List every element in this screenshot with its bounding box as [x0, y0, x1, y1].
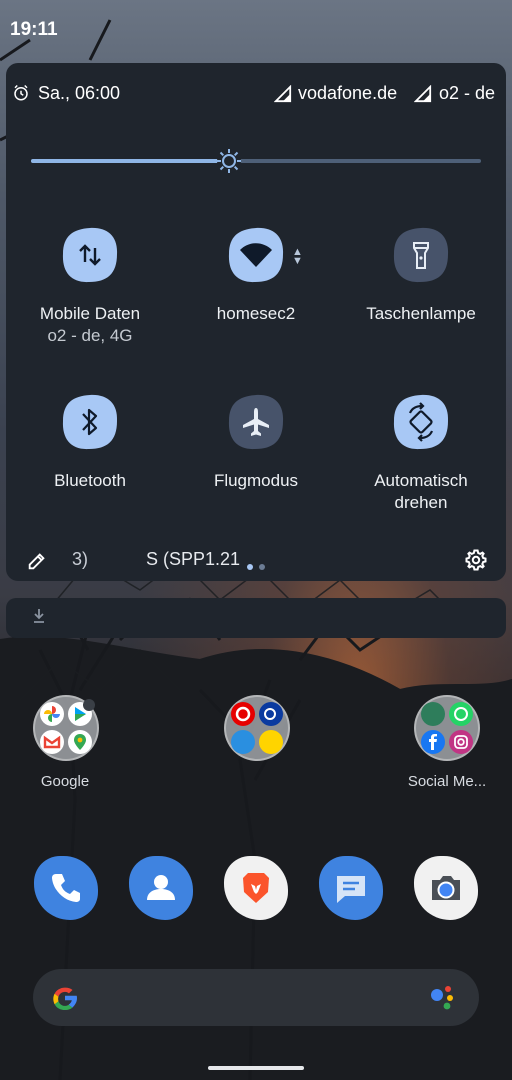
swap-vertical-icon: [62, 227, 118, 283]
tile-flashlight[interactable]: Taschenlampe: [341, 226, 501, 366]
tile-label: homesec2: [216, 304, 296, 323]
wifi-icon: [228, 227, 284, 283]
page-dot-active: [247, 564, 253, 570]
messages-icon[interactable]: [319, 856, 383, 920]
page-dot: [259, 564, 265, 570]
auto-rotate-icon: [393, 394, 449, 450]
tile-label: Mobile Daten: [39, 304, 141, 323]
carrier-apps-folder[interactable]: [224, 695, 290, 761]
status-bar-clock: 19:11: [10, 19, 58, 40]
carrier-name-1: vodafone.de: [298, 83, 398, 103]
notification-dot: [83, 699, 95, 711]
google-assistant-icon[interactable]: [427, 983, 457, 1013]
app-icon: [231, 730, 255, 754]
gesture-nav-handle[interactable]: [208, 1066, 304, 1070]
app-icon: [421, 702, 445, 726]
google-search-bar[interactable]: [33, 969, 479, 1026]
carrier-name-2: o2 - de: [439, 83, 496, 103]
signal-strength-icon: [274, 85, 292, 103]
vodafone-icon: [231, 702, 255, 726]
gmail-icon: [40, 730, 64, 754]
google-folder[interactable]: [33, 695, 99, 761]
o2-icon: [259, 702, 283, 726]
page-indicator: [247, 557, 271, 575]
phone-icon[interactable]: [34, 856, 98, 920]
instagram-icon: [449, 730, 473, 754]
next-alarm-text[interactable]: Sa., 06:00: [38, 83, 120, 104]
google-g-icon: [53, 987, 77, 1010]
bluetooth-icon: [62, 394, 118, 450]
tile-auto-rotate[interactable]: Automatisch drehen: [341, 393, 501, 533]
folder-label: Google: [40, 773, 90, 790]
tile-wifi[interactable]: ▲ ▼ homesec2: [176, 226, 336, 366]
tile-label: Bluetooth: [54, 471, 126, 490]
camera-icon[interactable]: [414, 856, 478, 920]
wifi-activity-arrows-icon: ▲ ▼: [292, 246, 303, 267]
tile-subtitle: drehen: [394, 493, 448, 512]
flashlight-icon: [393, 227, 449, 283]
social-media-folder[interactable]: [414, 695, 480, 761]
app-icon: [259, 730, 283, 754]
tile-subtitle: o2 - de, 4G: [47, 326, 133, 345]
build-number-text: 3): [72, 549, 89, 569]
tile-airplane-mode[interactable]: Flugmodus: [176, 393, 336, 533]
contacts-icon[interactable]: [129, 856, 193, 920]
quick-settings-header: Sa., 06:00 vodafone.de o2 - de: [6, 81, 506, 107]
tile-bluetooth[interactable]: Bluetooth: [10, 393, 170, 533]
folder-label: Social Me...: [407, 773, 487, 790]
airplane-icon: [228, 394, 284, 450]
tile-label: Taschenlampe: [366, 304, 476, 323]
notification-card[interactable]: [6, 598, 506, 638]
tile-mobile-data[interactable]: Mobile Daten o2 - de, 4G: [10, 226, 170, 366]
whatsapp-icon: [449, 702, 473, 726]
brave-browser-icon[interactable]: [224, 856, 288, 920]
build-number-text: S (SPP1.21: [146, 549, 241, 569]
brightness-sun-icon[interactable]: [215, 147, 243, 175]
download-icon: [34, 609, 44, 623]
photos-icon: [40, 702, 64, 726]
gear-icon[interactable]: [464, 548, 488, 572]
tile-label: Automatisch: [374, 471, 468, 490]
brightness-slider-fill: [31, 159, 229, 163]
edit-pencil-icon[interactable]: [26, 550, 48, 572]
signal-strength-icon: [414, 85, 432, 103]
tile-label: Flugmodus: [213, 471, 299, 490]
maps-icon: [68, 730, 92, 754]
alarm-clock-icon[interactable]: [12, 84, 30, 102]
quick-settings-panel: Sa., 06:00 vodafone.de o2 - de Mobile Da…: [6, 63, 506, 581]
facebook-icon: [421, 730, 445, 754]
